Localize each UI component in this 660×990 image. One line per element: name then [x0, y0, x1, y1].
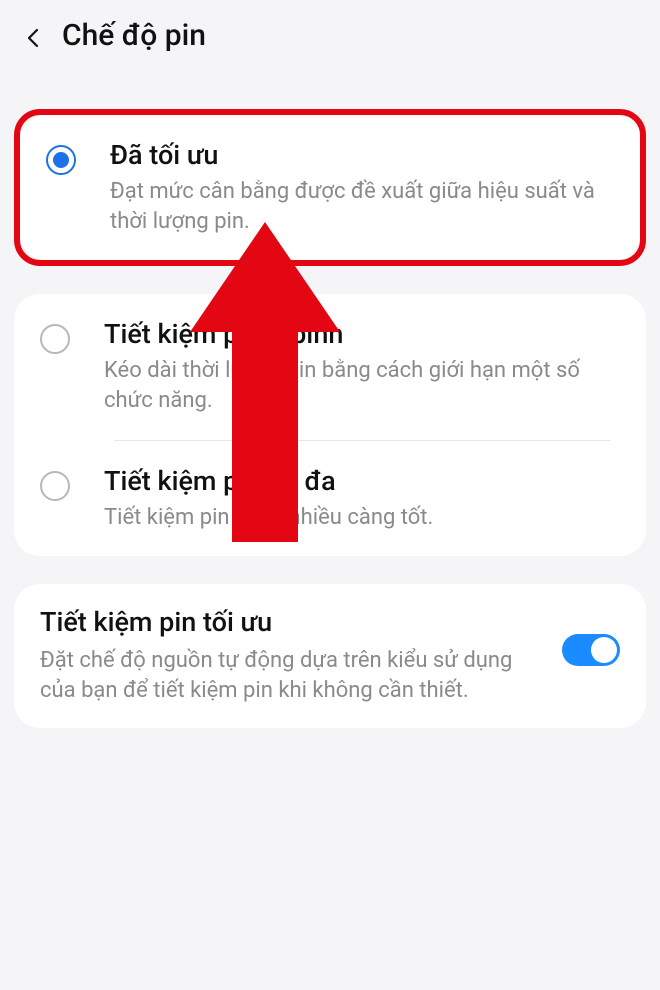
toggle-desc: Đặt chế độ nguồn tự động dựa trên kiểu s… [40, 646, 550, 706]
option-desc: Kéo dài thời lượng pin bằng cách giới hạ… [104, 356, 620, 415]
option-group-highlight: Đã tối ưu Đạt mức cân bằng được đề xuất … [20, 115, 640, 260]
option-desc: Đạt mức cân bằng được đề xuất giữa hiệu … [110, 177, 614, 236]
option-text: Tiết kiệm pin tối đa Tiết kiệm pin càng … [104, 465, 620, 533]
option-max-save[interactable]: Tiết kiệm pin tối đa Tiết kiệm pin càng … [14, 441, 646, 557]
toggle-title: Tiết kiệm pin tối ưu [40, 606, 550, 638]
option-group: Tiết kiệm pin tr.bình Kéo dài thời lượng… [14, 294, 646, 556]
option-desc: Tiết kiệm pin càng nhiều càng tốt. [104, 503, 620, 533]
option-title: Tiết kiệm pin tr.bình [104, 318, 620, 350]
radio-icon[interactable] [40, 324, 70, 354]
radio-icon[interactable] [46, 145, 76, 175]
adaptive-card: Tiết kiệm pin tối ưu Đặt chế độ nguồn tự… [14, 584, 646, 728]
back-icon[interactable] [22, 26, 42, 46]
radio-icon[interactable] [40, 471, 70, 501]
adaptive-toggle-row[interactable]: Tiết kiệm pin tối ưu Đặt chế độ nguồn tự… [14, 584, 646, 728]
switch-on-icon[interactable] [562, 634, 620, 666]
option-title: Tiết kiệm pin tối đa [104, 465, 620, 497]
option-text: Tiết kiệm pin tr.bình Kéo dài thời lượng… [104, 318, 620, 415]
option-title: Đã tối ưu [110, 139, 614, 171]
page-title: Chế độ pin [62, 18, 206, 53]
header: Chế độ pin [0, 0, 660, 71]
highlight-box: Đã tối ưu Đạt mức cân bằng được đề xuất … [14, 109, 646, 266]
option-optimized[interactable]: Đã tối ưu Đạt mức cân bằng được đề xuất … [20, 115, 640, 260]
option-text: Đã tối ưu Đạt mức cân bằng được đề xuất … [110, 139, 614, 236]
option-medium-save[interactable]: Tiết kiệm pin tr.bình Kéo dài thời lượng… [14, 294, 646, 439]
toggle-text: Tiết kiệm pin tối ưu Đặt chế độ nguồn tự… [40, 606, 562, 706]
